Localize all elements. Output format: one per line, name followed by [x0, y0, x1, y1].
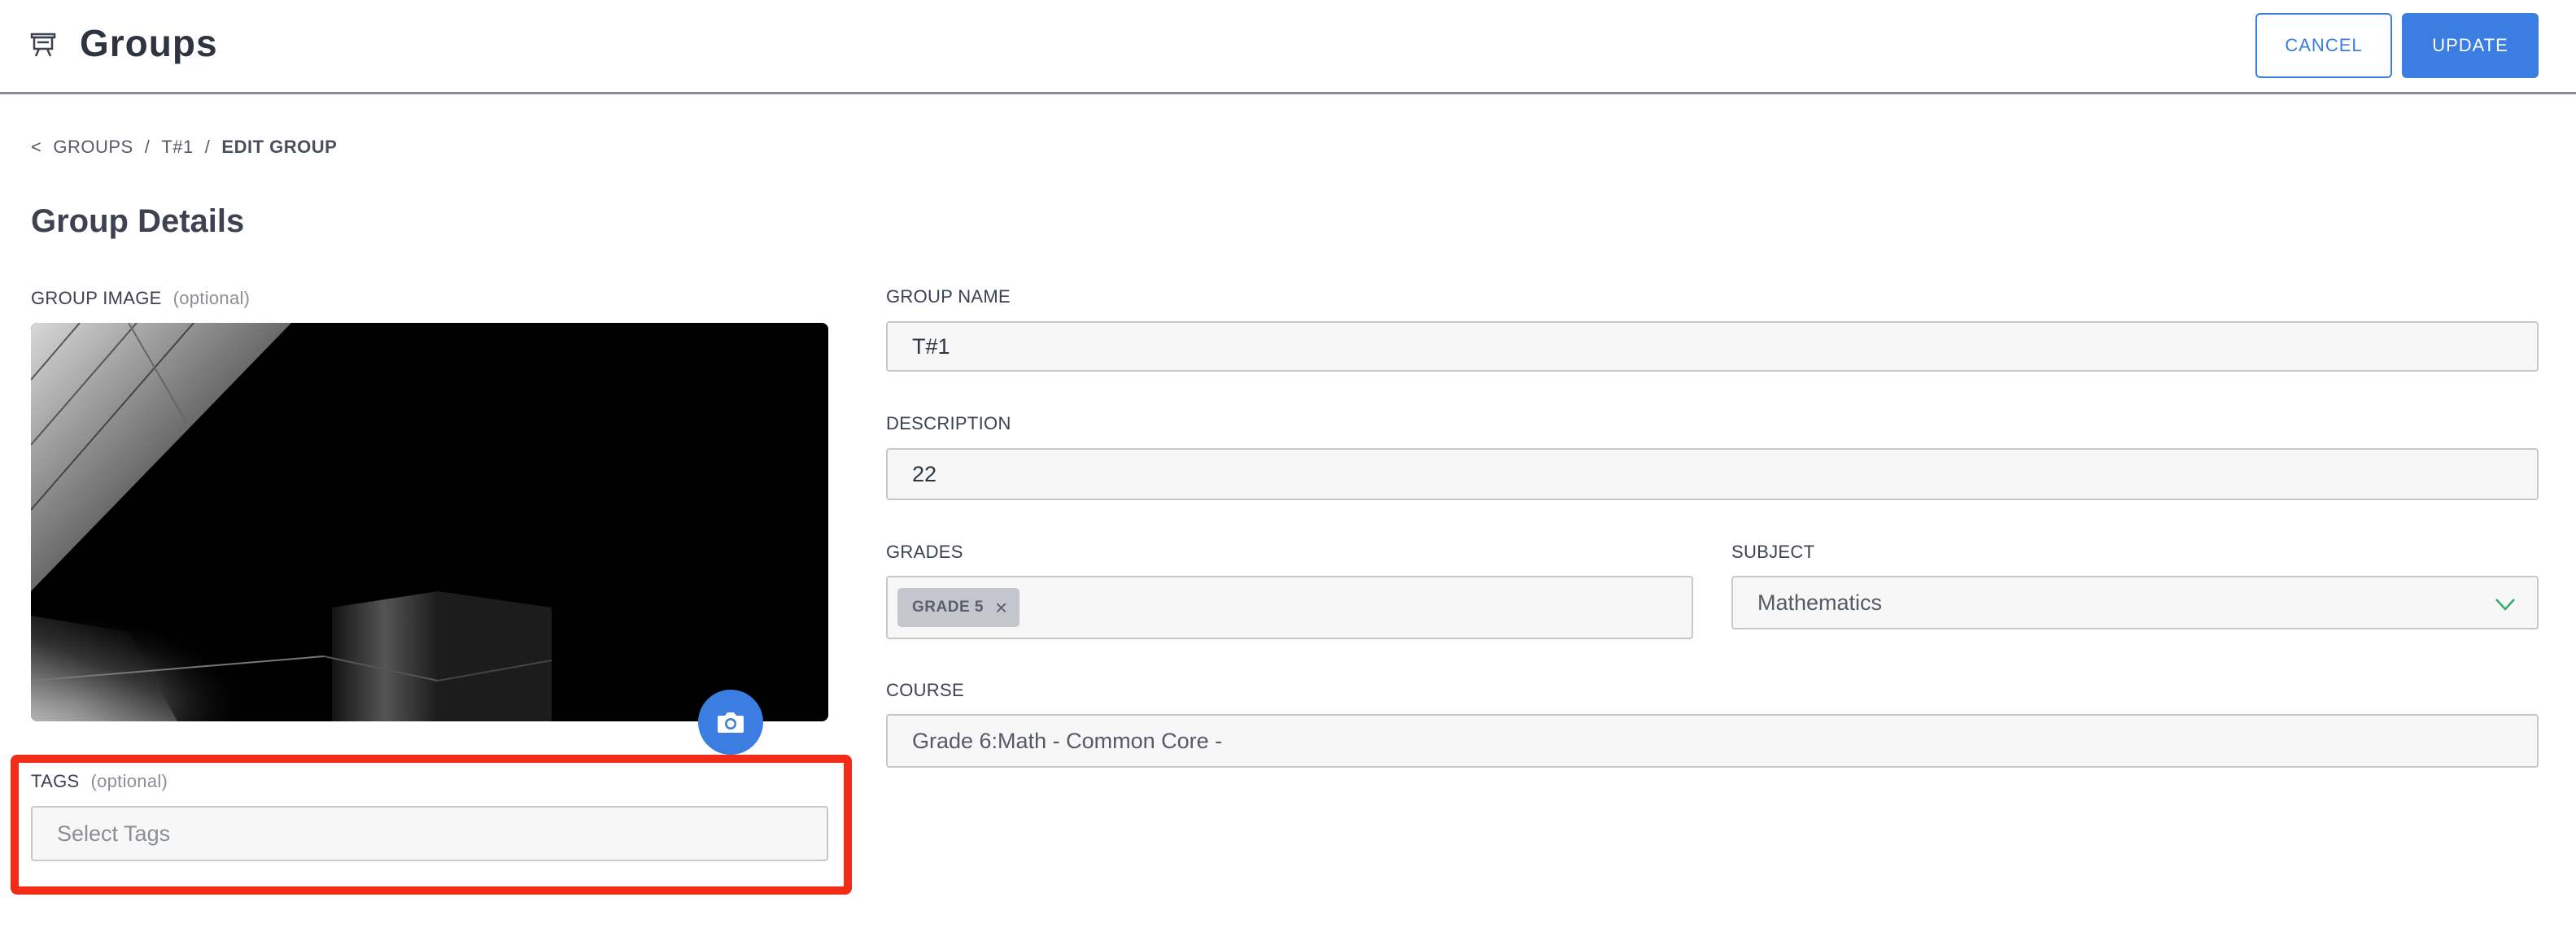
presentation-board-icon — [30, 33, 56, 57]
top-header: Groups CANCEL UPDATE — [0, 0, 2576, 94]
breadcrumb: < GROUPS / T#1 / EDIT GROUP — [31, 137, 337, 158]
subject-select[interactable]: Mathematics — [1731, 576, 2539, 629]
cancel-button[interactable]: CANCEL — [2255, 13, 2392, 78]
subject-label: SUBJECT — [1731, 542, 1815, 562]
group-image[interactable] — [31, 323, 828, 721]
group-image-label-text: GROUP IMAGE — [31, 288, 162, 308]
grade-chip: GRADE 5 × — [897, 588, 1019, 627]
description-label: DESCRIPTION — [886, 413, 1011, 433]
grade-chip-label: GRADE 5 — [912, 599, 984, 616]
breadcrumb-back-icon[interactable]: < — [31, 137, 41, 158]
grades-label: GRADES — [886, 542, 963, 562]
breadcrumb-current: EDIT GROUP — [221, 137, 338, 157]
page-title: Groups — [80, 22, 218, 64]
breadcrumb-separator: / — [204, 137, 211, 157]
change-image-button[interactable] — [698, 690, 763, 755]
group-image-photo — [31, 323, 828, 721]
breadcrumb-group[interactable]: T#1 — [161, 137, 193, 158]
section-title: Group Details — [31, 203, 245, 239]
group-name-input[interactable]: T#1 — [886, 321, 2539, 372]
breadcrumb-groups[interactable]: GROUPS — [53, 137, 133, 158]
description-input[interactable]: 22 — [886, 448, 2539, 500]
course-select[interactable]: Grade 6:Math - Common Core - — [886, 714, 2539, 768]
group-image-label: GROUP IMAGE (optional) — [31, 288, 250, 309]
course-label: COURSE — [886, 680, 964, 700]
tags-label-text: TAGS — [31, 771, 80, 791]
tags-optional: (optional) — [90, 771, 168, 791]
breadcrumb-separator: / — [144, 137, 151, 157]
tags-label: TAGS (optional) — [31, 771, 168, 792]
subject-value: Mathematics — [1757, 590, 1883, 615]
remove-grade-icon[interactable]: × — [995, 595, 1008, 621]
grades-select[interactable]: GRADE 5 × — [886, 576, 1693, 639]
update-button[interactable]: UPDATE — [2402, 13, 2539, 78]
tags-select[interactable]: Select Tags — [31, 806, 828, 861]
chevron-down-icon — [2495, 599, 2515, 611]
group-name-label: GROUP NAME — [886, 286, 1011, 307]
group-image-optional: (optional) — [172, 288, 251, 308]
camera-icon — [718, 712, 744, 733]
